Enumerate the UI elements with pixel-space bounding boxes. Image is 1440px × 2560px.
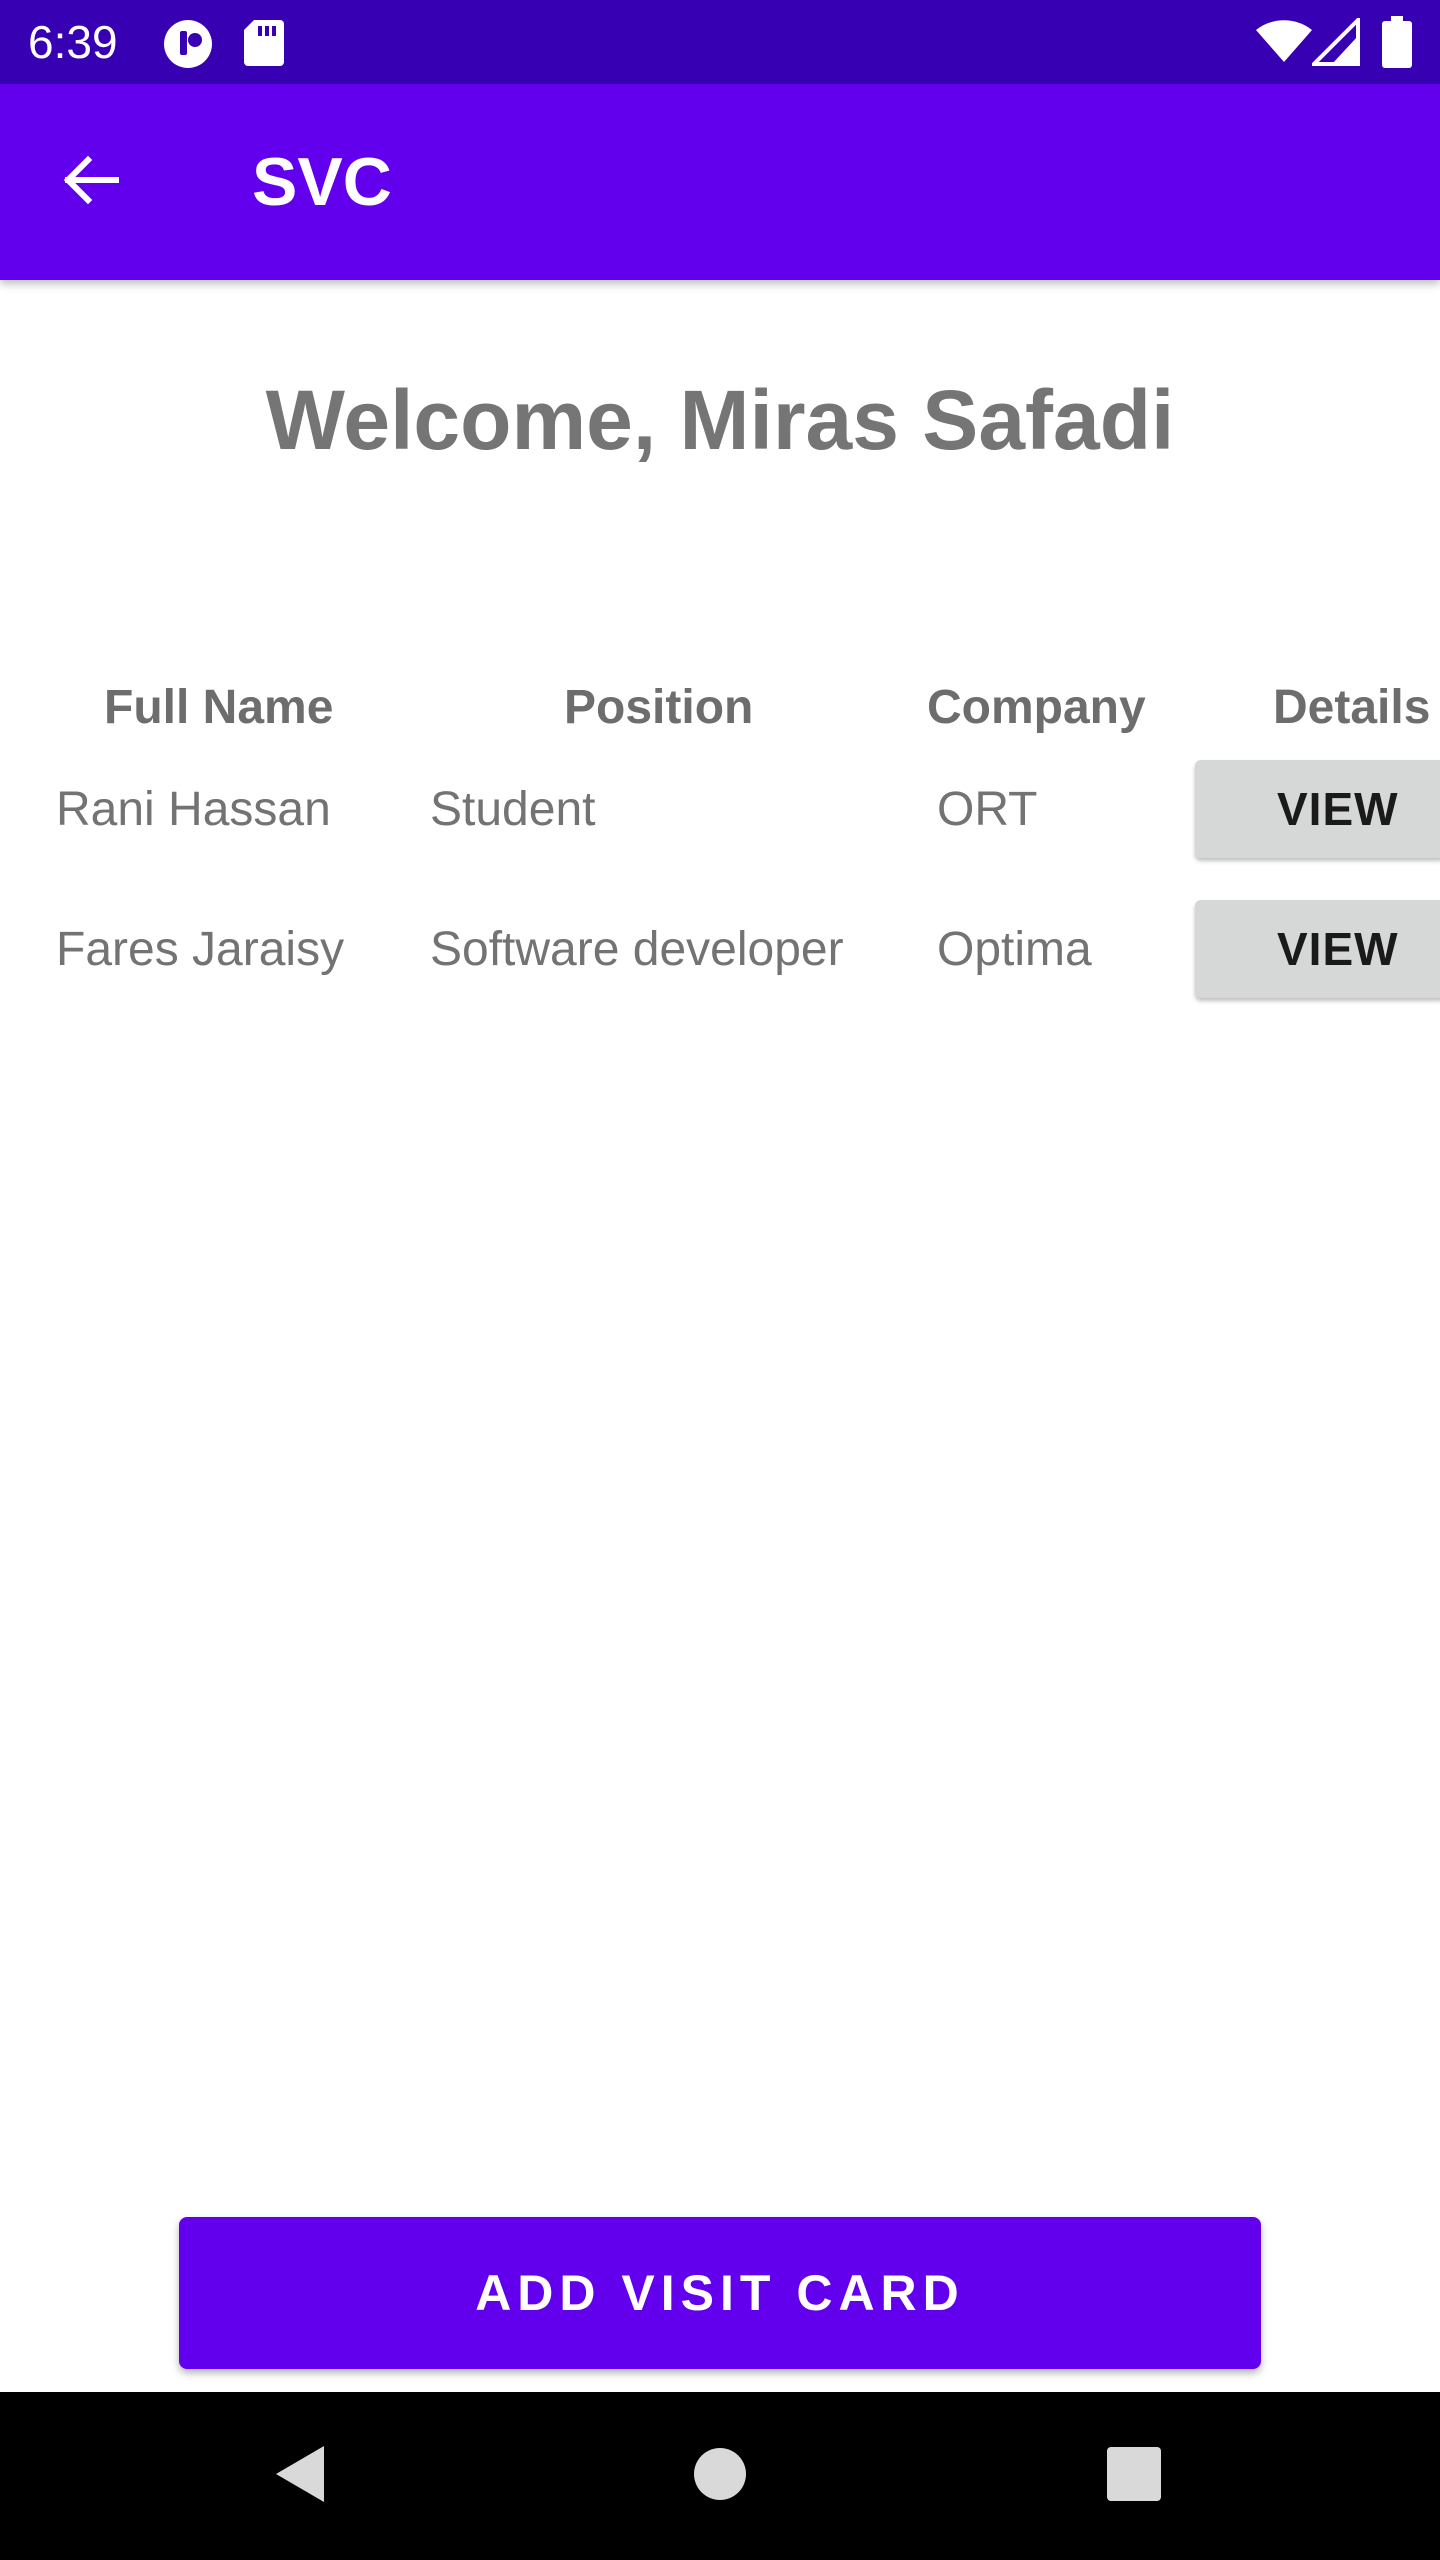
nav-recents-button[interactable] [1084,2426,1184,2526]
status-bar: 6:39 [0,0,1440,84]
view-button[interactable]: VIEW [1195,760,1440,858]
battery-icon [1382,16,1412,73]
arrow-back-icon [60,150,120,215]
screen: 6:39 SVC Welcome, Miras Safadi Full Name… [0,0,1440,2560]
cell-full-name: Fares Jaraisy [56,923,345,976]
wifi-icon [1256,20,1312,69]
nav-home-button[interactable] [670,2426,770,2526]
back-button[interactable] [40,132,140,232]
header-details: Details [1273,681,1431,734]
cell-full-name: Rani Hassan [56,783,331,836]
header-position: Position [564,681,754,734]
app-bar: SVC [0,84,1440,280]
notification-app-icon [162,18,214,75]
sd-card-icon [244,18,284,71]
welcome-heading: Welcome, Miras Safadi [265,373,1175,467]
nav-recents-icon [1107,2446,1161,2506]
signal-icon [1309,15,1360,71]
header-full-name: Full Name [104,681,334,734]
cell-company: Optima [937,923,1092,976]
cell-position: Software developer [430,923,844,976]
add-visit-card-button[interactable]: ADD VISIT CARD [179,2217,1261,2369]
view-button[interactable]: VIEW [1195,900,1440,998]
navigation-bar [0,2392,1440,2560]
nav-back-button[interactable] [250,2426,350,2526]
nav-back-icon [270,2442,330,2511]
cell-company: ORT [937,783,1038,836]
status-time: 6:39 [28,16,118,68]
nav-home-icon [692,2446,748,2507]
app-title: SVC [252,144,392,220]
cell-position: Student [430,783,596,836]
header-company: Company [927,681,1146,734]
